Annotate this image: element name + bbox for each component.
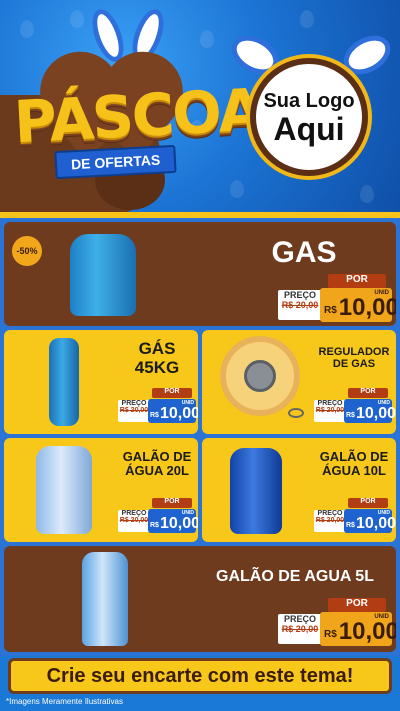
current-price: R$ 10,00 UNID	[148, 399, 198, 423]
gas-cylinder-image	[49, 338, 79, 426]
product-name: GAS	[271, 236, 337, 269]
old-price: PREÇO R$ 20,00	[118, 400, 150, 422]
price-por-label: POR	[328, 598, 386, 612]
product-name: GALÃO DE AGUA 5L	[216, 568, 374, 585]
discount-badge: -50%	[12, 236, 42, 266]
logo-placeholder: Sua Logo Aqui	[250, 58, 368, 176]
cta-banner[interactable]: Crie seu encarte com este tema!	[8, 658, 392, 694]
old-price: PREÇO R$ 20,00	[278, 290, 322, 320]
product-card-water-5l[interactable]: GALÃO DE AGUA 5L POR PREÇO R$ 20,00 R$ 1…	[4, 546, 396, 652]
water-jug-20l-image	[36, 446, 92, 534]
hose-clamp-icon	[288, 408, 304, 418]
old-price: PREÇO R$ 20,00	[314, 510, 346, 532]
page-title: PÁSCOA	[12, 75, 263, 157]
product-card-water-20l[interactable]: GALÃO DE ÁGUA 20L POR PREÇO R$ 20,00 R$ …	[4, 438, 198, 542]
logo-line1: Sua Logo	[263, 89, 355, 112]
product-name: GALÃO DE ÁGUA 10L	[319, 449, 389, 479]
current-price: R$ 10,00 UNID	[344, 399, 396, 423]
products-grid: -50% GAS POR PREÇO R$ 20,00 R$ 10,00 UNI…	[0, 218, 400, 656]
price-por-label: POR	[348, 388, 388, 398]
old-price: PREÇO R$ 20,00	[314, 400, 346, 422]
water-jug-10l-image	[230, 448, 282, 534]
price-por-label: POR	[152, 498, 192, 508]
current-price: R$ 10,00 UNID	[344, 509, 396, 533]
water-bottle-5l-image	[82, 552, 128, 646]
gas-regulator-image	[220, 336, 300, 416]
current-price: R$ 10,00 UNID	[320, 288, 396, 322]
product-name: REGULADOR DE GAS	[318, 346, 390, 371]
price-por-label: POR	[152, 388, 192, 398]
old-price: PREÇO R$ 20,00	[278, 614, 322, 644]
product-card-gas[interactable]: -50% GAS POR PREÇO R$ 20,00 R$ 10,00 UNI…	[4, 222, 396, 326]
gas-tank-image	[70, 234, 136, 316]
current-price: R$ 10,00 UNID	[148, 509, 198, 533]
price-por-label: POR	[348, 498, 388, 508]
header-banner: PÁSCOA DE OFERTAS Sua Logo Aqui	[0, 0, 400, 215]
price-por-label: POR	[328, 274, 386, 288]
product-card-gas-45kg[interactable]: GÁS 45KG POR PREÇO R$ 20,00 R$ 10,00 UNI…	[4, 330, 198, 434]
disclaimer-text: *Imagens Meramente Ilustrativas	[6, 697, 123, 706]
product-card-water-10l[interactable]: GALÃO DE ÁGUA 10L POR PREÇO R$ 20,00 R$ …	[202, 438, 396, 542]
product-name: GALÃO DE ÁGUA 20L	[122, 449, 192, 479]
product-card-regulator[interactable]: REGULADOR DE GAS POR PREÇO R$ 20,00 R$ 1…	[202, 330, 396, 434]
logo-line2: Aqui	[273, 110, 345, 147]
current-price: R$ 10,00 UNID	[320, 612, 396, 646]
old-price: PREÇO R$ 20,00	[118, 510, 150, 532]
product-name: GÁS 45KG	[134, 339, 180, 377]
